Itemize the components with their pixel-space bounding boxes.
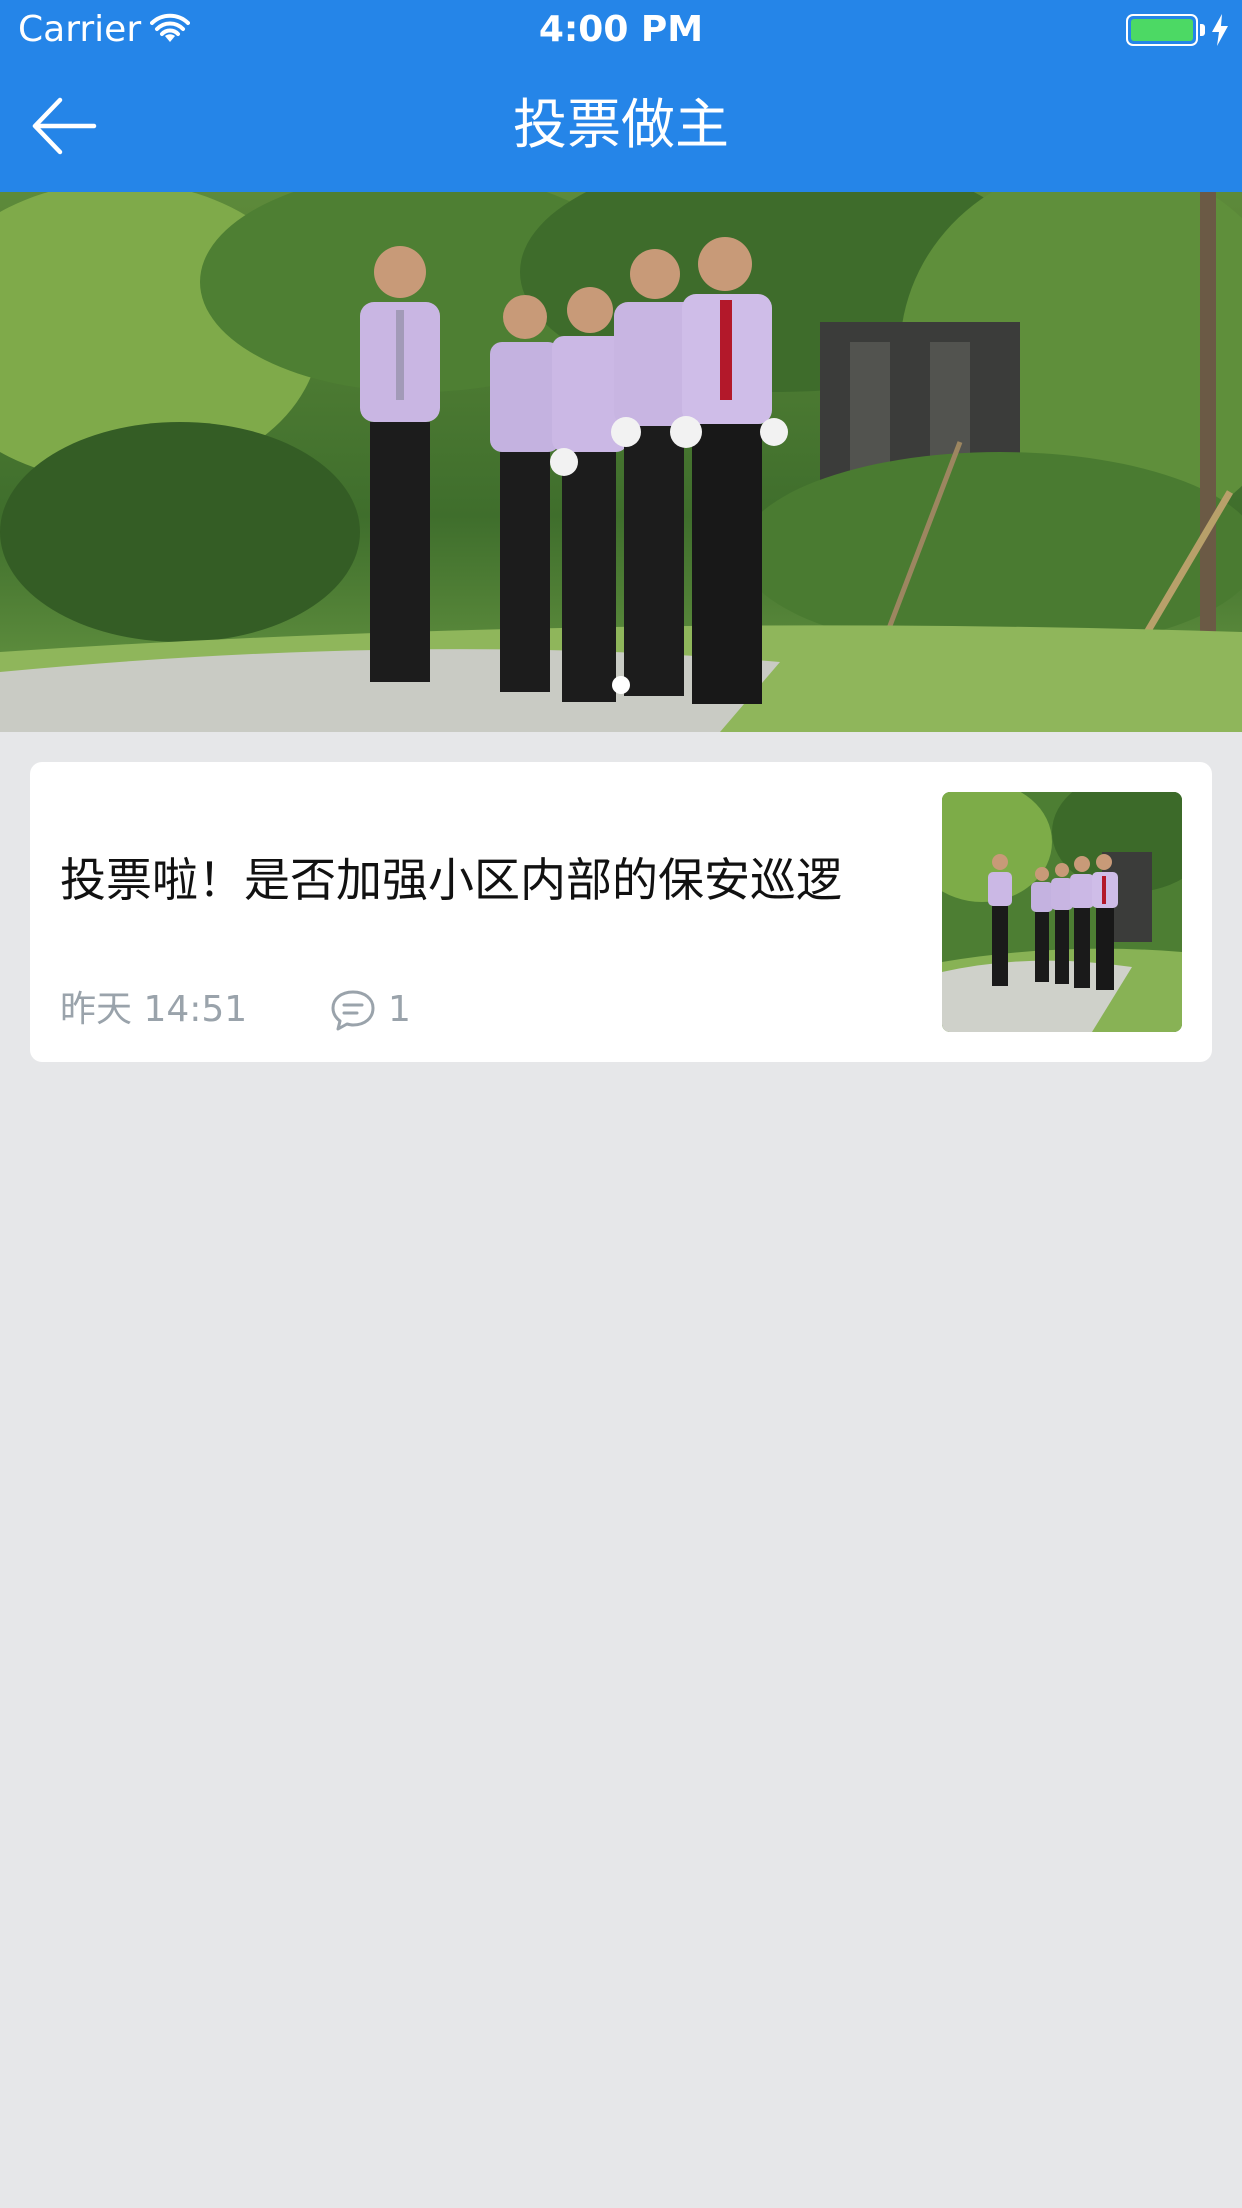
post-title: 投票啦！是否加强小区内部的保安巡逻 [60, 853, 842, 907]
page-indicator-dot[interactable] [612, 676, 630, 694]
status-time: 4:00 PM [538, 9, 704, 50]
battery-level [1131, 19, 1193, 41]
comment-icon [331, 990, 375, 1031]
post-thumbnail [942, 792, 1182, 1032]
thumbnail-image [942, 792, 1182, 1032]
post-card[interactable]: 投票啦！是否加强小区内部的保安巡逻 昨天 14:51 1 [30, 762, 1212, 1062]
header: Carrier 4:00 PM 投票做主 [0, 0, 1242, 192]
post-time: 昨天 14:51 [60, 989, 248, 1030]
battery-cap [1200, 24, 1205, 36]
page-title: 投票做主 [513, 93, 729, 156]
status-bar: Carrier 4:00 PM [0, 0, 1242, 60]
comment-count: 1 [388, 989, 411, 1030]
guards-group [360, 237, 788, 704]
charging-bolt-icon [1212, 14, 1228, 46]
nav-bar: 投票做主 [0, 60, 1242, 192]
banner-image [0, 192, 1242, 732]
battery-icon [1126, 14, 1198, 46]
banner-carousel[interactable] [0, 192, 1242, 732]
